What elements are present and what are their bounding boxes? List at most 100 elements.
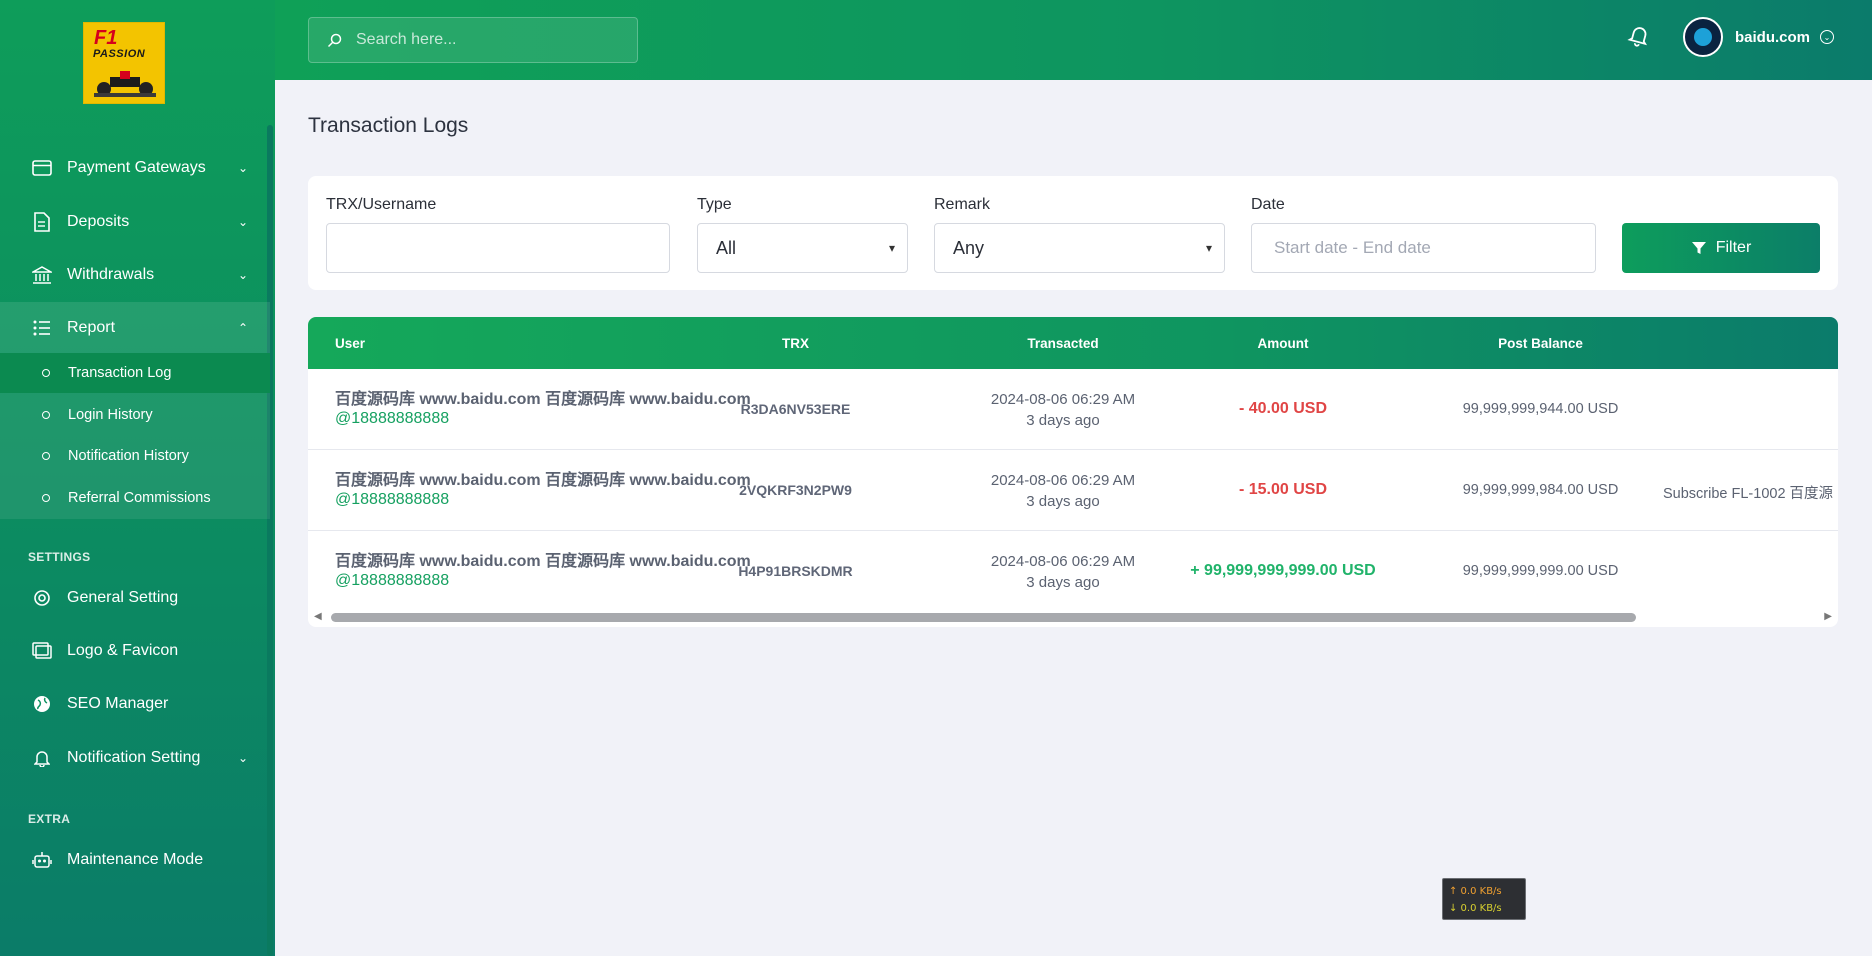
sidebar-subitem-notification-history[interactable]: Notification History (0, 436, 270, 476)
scroll-left-arrow-icon[interactable]: ◀ (314, 611, 322, 622)
settings-section-label: SETTINGS (28, 550, 91, 564)
robot-icon (31, 849, 53, 871)
list-icon (31, 317, 53, 339)
race-car-icon (94, 71, 156, 97)
sidebar-item-logo-favicon[interactable]: Logo & Favicon (0, 625, 270, 677)
post-balance: 99,999,999,984.00 USD (1462, 482, 1619, 498)
column-header-amount: Amount (1257, 335, 1309, 351)
network-speed-widget: ↑ 0.0 KB/s ↓ 0.0 KB/s (1442, 878, 1526, 920)
sidebar-item-label: Deposits (67, 213, 130, 230)
trx-id: R3DA6NV53ERE (740, 401, 851, 417)
sidebar-item-label: Withdrawals (67, 266, 155, 283)
type-select-value: All (716, 237, 737, 258)
filter-button-label: Filter (1715, 239, 1752, 256)
sidebar: F1 PASSION Payment Gateways ⌄ Deposits ⌄… (0, 0, 275, 956)
chevron-down-icon: ⌄ (237, 751, 248, 765)
transacted-ago: 3 days ago (1026, 412, 1100, 429)
sidebar-item-seo-manager[interactable]: SEO Manager (0, 678, 270, 730)
transacted-cell: 2024-08-06 06:29 AM 3 days ago (968, 470, 1158, 512)
sidebar-item-label: SEO Manager (67, 695, 169, 712)
trx-username-input[interactable] (326, 223, 670, 273)
column-header-transacted: Transacted (1027, 335, 1099, 351)
transacted-cell: 2024-08-06 06:29 AM 3 days ago (968, 551, 1158, 593)
amount: + 99,999,999,999.00 USD (1190, 562, 1376, 579)
trx-label: TRX/Username (326, 196, 437, 213)
globe-icon (31, 693, 53, 715)
notification-bell-icon[interactable] (1627, 24, 1651, 48)
sidebar-item-withdrawals[interactable]: Withdrawals ⌄ (0, 249, 270, 301)
logo-f1-text: F1 (94, 27, 118, 49)
sidebar-subitem-transaction-log[interactable]: Transaction Log (0, 353, 270, 393)
transactions-table: User TRX Transacted Amount Post Balance … (308, 317, 1838, 627)
table-horizontal-scrollbar[interactable]: ◀ ▶ (308, 609, 1838, 625)
bell-icon (31, 747, 53, 769)
type-select[interactable]: All ▾ (697, 223, 908, 273)
extra-section-label: EXTRA (28, 812, 71, 826)
sidebar-subitem-label: Notification History (68, 448, 189, 464)
top-header: baidu.com ⌄ (275, 0, 1872, 80)
sidebar-item-label: Maintenance Mode (67, 851, 204, 868)
user-handle-link[interactable]: @18888888888 (335, 572, 449, 590)
download-speed: ↓ 0.0 KB/s (1449, 903, 1502, 914)
sidebar-item-label: Notification Setting (67, 749, 201, 766)
search-icon (327, 33, 342, 47)
transacted-date: 2024-08-06 06:29 AM (990, 391, 1136, 408)
circle-bullet-icon (42, 411, 50, 419)
user-name: 百度源码库 www.baidu.com 百度源码库 www.baidu.com (335, 391, 751, 408)
trx-id: 2VQKRF3N2PW9 (739, 482, 852, 498)
circle-bullet-icon (42, 494, 50, 502)
logo-passion-text: PASSION (93, 48, 146, 60)
user-handle-link[interactable]: @18888888888 (335, 410, 449, 428)
user-handle-link[interactable]: @18888888888 (335, 491, 449, 509)
user-name: 百度源码库 www.baidu.com 百度源码库 www.baidu.com (335, 472, 751, 489)
filter-card: TRX/Username Type All ▾ Remark Any ▾ Dat… (308, 176, 1838, 290)
transacted-ago: 3 days ago (1026, 574, 1100, 591)
image-stack-icon (31, 640, 53, 662)
circle-bullet-icon (42, 452, 50, 460)
sidebar-subitem-label: Transaction Log (68, 365, 172, 381)
sidebar-item-payment-gateways[interactable]: Payment Gateways ⌄ (0, 142, 270, 194)
profile-name: baidu.com (1735, 28, 1811, 46)
remark-label: Remark (934, 196, 991, 213)
details: Subscribe FL-1002 百度源 (1663, 486, 1834, 502)
deposit-document-icon (31, 211, 53, 233)
sidebar-item-deposits[interactable]: Deposits ⌄ (0, 196, 270, 248)
search-box[interactable] (308, 17, 638, 63)
date-range-input[interactable]: Start date - End date (1251, 223, 1596, 273)
filter-button[interactable]: Filter (1622, 223, 1820, 273)
credit-card-icon (31, 157, 53, 179)
table-row: 百度源码库 www.baidu.com 百度源码库 www.baidu.com … (308, 531, 1838, 612)
sidebar-item-maintenance-mode[interactable]: Maintenance Mode (0, 834, 270, 886)
chevron-down-icon: ⌄ (237, 268, 248, 282)
table-row: 百度源码库 www.baidu.com 百度源码库 www.baidu.com … (308, 369, 1838, 450)
sidebar-subitem-login-history[interactable]: Login History (0, 395, 270, 435)
column-header-user: User (335, 335, 366, 351)
amount: - 40.00 USD (1238, 400, 1328, 417)
sidebar-subitem-label: Login History (68, 407, 153, 423)
sidebar-item-notification-setting[interactable]: Notification Setting ⌄ (0, 732, 270, 784)
remark-select[interactable]: Any ▾ (934, 223, 1225, 273)
sidebar-item-report[interactable]: Report ⌃ (0, 302, 270, 354)
search-input[interactable] (354, 30, 618, 50)
table-header: User TRX Transacted Amount Post Balance (308, 317, 1838, 369)
avatar (1683, 17, 1723, 57)
bank-icon (31, 264, 53, 286)
type-label: Type (697, 196, 732, 213)
chevron-down-icon: ▾ (888, 241, 895, 255)
scrollbar-thumb[interactable] (331, 613, 1636, 622)
filter-icon (1691, 242, 1706, 254)
column-header-trx: TRX (782, 335, 809, 351)
user-name: 百度源码库 www.baidu.com 百度源码库 www.baidu.com (335, 553, 751, 570)
post-balance: 99,999,999,944.00 USD (1462, 401, 1619, 417)
brand-logo[interactable]: F1 PASSION (83, 22, 165, 104)
chevron-down-icon: ▾ (1205, 241, 1212, 255)
sidebar-subitem-referral-commissions[interactable]: Referral Commissions (0, 478, 270, 518)
transacted-ago: 3 days ago (1026, 493, 1100, 510)
chevron-down-icon: ⌄ (1820, 30, 1835, 44)
scroll-right-arrow-icon[interactable]: ▶ (1824, 611, 1832, 622)
sidebar-item-label: Payment Gateways (67, 159, 206, 176)
profile-menu[interactable]: baidu.com ⌄ (1683, 17, 1835, 57)
sidebar-item-general-setting[interactable]: General Setting (0, 572, 270, 624)
transacted-date: 2024-08-06 06:29 AM (990, 472, 1136, 489)
circle-bullet-icon (42, 369, 50, 377)
